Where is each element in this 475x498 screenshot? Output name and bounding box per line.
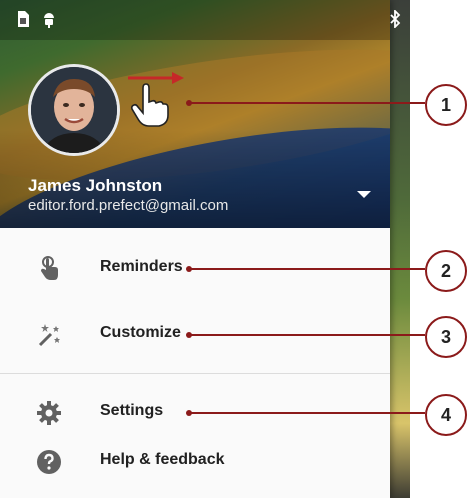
callout-line-2 <box>189 268 425 270</box>
account-name: James Johnston <box>28 176 163 195</box>
menu-item-help-feedback[interactable]: Help & feedback <box>0 429 390 495</box>
callout-number-4: 4 <box>425 394 467 436</box>
callout-line-4 <box>189 412 425 414</box>
gear-icon <box>37 401 61 425</box>
account-email: editor.ford.prefect@gmail.com <box>28 197 229 214</box>
help-icon <box>37 450 61 474</box>
android-icon <box>40 10 58 28</box>
sim-card-icon <box>14 10 32 28</box>
status-bar <box>0 0 390 40</box>
bluetooth-icon <box>386 8 404 30</box>
menu-divider <box>0 373 390 374</box>
navigation-drawer: James Johnston editor.ford.prefect@gmail… <box>0 0 390 498</box>
avatar[interactable] <box>28 64 120 156</box>
menu-item-label: Customize <box>100 324 181 341</box>
reminder-hand-icon <box>41 256 58 280</box>
callout-number-2: 2 <box>425 250 467 292</box>
callout-line-1 <box>189 102 425 104</box>
callout-number-3: 3 <box>425 316 467 358</box>
menu-item-label: Reminders <box>100 258 183 275</box>
callout-number-1: 1 <box>425 84 467 126</box>
callout-line-3 <box>189 334 425 336</box>
magic-wand-icon <box>38 324 60 347</box>
chevron-down-icon[interactable] <box>354 186 374 202</box>
background-app-edge <box>390 0 410 498</box>
account-header[interactable]: James Johnston editor.ford.prefect@gmail… <box>0 0 390 228</box>
menu-item-label: Settings <box>100 402 164 419</box>
tap-hand-icon <box>130 83 169 127</box>
menu-item-label: Help & feedback <box>100 451 225 468</box>
